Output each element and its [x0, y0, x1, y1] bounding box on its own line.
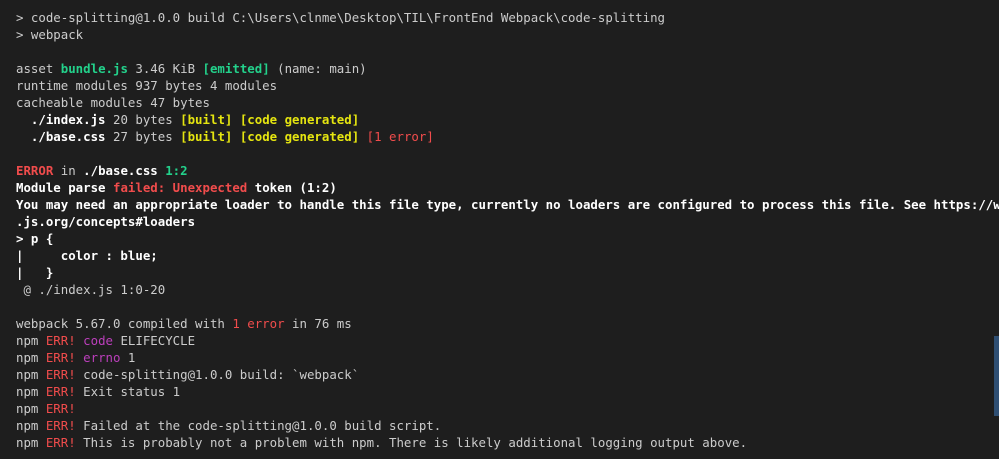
npm-err-label: ERR! — [45, 384, 76, 399]
npm-err-line: npm ERR! errno 1 — [16, 349, 999, 366]
error-file: ./base.css — [83, 163, 158, 178]
module-size: 27 bytes — [105, 129, 181, 144]
npm-err-line: npm ERR! — [16, 400, 999, 417]
compiled-suffix: in 76 ms — [284, 316, 352, 331]
asset-name: bundle.js — [60, 61, 128, 76]
code-frame-line: | } — [16, 265, 54, 280]
command-line: > code-splitting@1.0.0 build C:\Users\cl… — [16, 10, 666, 25]
runtime-line: runtime modules 937 bytes 4 modules — [16, 78, 278, 93]
npm-prefix: npm — [16, 367, 46, 382]
error-origin-line: @ ./index.js 1:0-20 — [16, 282, 166, 297]
npm-err-text: ELIFECYCLE — [113, 333, 196, 348]
module-path: ./index.js — [30, 112, 106, 127]
error-position: 1:2 — [157, 163, 188, 178]
generated-badge: [code generated] — [239, 129, 360, 144]
asset-line: asset bundle.js 3.46 KiB [emitted] (name… — [16, 60, 999, 77]
error-header: ERROR in ./base.css 1:2 — [16, 162, 999, 179]
error-badge: [1 error] — [366, 129, 434, 144]
asset-emitted-badge: [emitted] — [202, 61, 270, 76]
npm-prefix: npm — [16, 333, 46, 348]
npm-prefix: npm — [16, 401, 46, 416]
npm-err-text: This is probably not a problem with npm.… — [75, 435, 748, 450]
built-badge: [built] — [180, 112, 233, 127]
npm-err-label: ERR! — [45, 401, 76, 416]
code-frame-line: | color : blue; — [16, 248, 158, 263]
error-label: ERROR — [16, 163, 54, 178]
compiled-prefix: webpack 5.67.0 compiled with — [16, 316, 233, 331]
error-in: in — [53, 163, 84, 178]
compiled-line: webpack 5.67.0 compiled with 1 error in … — [16, 315, 999, 332]
npm-prefix: npm — [16, 350, 46, 365]
asset-suffix: (name: main) — [269, 61, 367, 76]
parse-failed: failed: — [112, 180, 166, 195]
npm-err-label: ERR! — [45, 350, 76, 365]
terminal-output[interactable]: > code-splitting@1.0.0 build C:\Users\cl… — [16, 9, 999, 451]
module-base-line: ./base.css 27 bytes [built] [code genera… — [16, 128, 999, 145]
asset-size: 3.46 KiB — [127, 61, 203, 76]
npm-err-text: Exit status 1 — [75, 384, 181, 399]
generated-badge: [code generated] — [239, 112, 360, 127]
npm-err-text: 1 — [120, 350, 136, 365]
npm-err-label: ERR! — [45, 333, 76, 348]
module-size: 20 bytes — [105, 112, 181, 127]
npm-err-label: ERR! — [45, 367, 76, 382]
module-path: ./base.css — [30, 129, 106, 144]
npm-err-key: errno — [83, 350, 121, 365]
npm-err-line: npm ERR! code ELIFECYCLE — [16, 332, 999, 349]
code-frame-line: > p { — [16, 231, 54, 246]
parse-unexpected: Unexpected — [172, 180, 248, 195]
npm-err-text: Failed at the code-splitting@1.0.0 build… — [75, 418, 442, 433]
npm-prefix: npm — [16, 418, 46, 433]
command-line: > webpack — [16, 27, 84, 42]
cacheable-line: cacheable modules 47 bytes — [16, 95, 210, 110]
npm-err-line: npm ERR! Failed at the code-splitting@1.… — [16, 417, 999, 434]
npm-err-line: npm ERR! Exit status 1 — [16, 383, 999, 400]
compiled-errors: 1 error — [232, 316, 285, 331]
npm-err-label: ERR! — [45, 435, 76, 450]
error-message: .js.org/concepts#loaders — [16, 214, 196, 229]
parse-token: token (1:2) — [247, 180, 337, 195]
npm-err-line: npm ERR! This is probably not a problem … — [16, 434, 999, 451]
built-badge: [built] — [180, 129, 233, 144]
npm-prefix: npm — [16, 435, 46, 450]
error-message: You may need an appropriate loader to ha… — [16, 197, 999, 212]
npm-err-line: npm ERR! code-splitting@1.0.0 build: `we… — [16, 366, 999, 383]
npm-err-key: code — [83, 333, 113, 348]
module-parse-line: Module parse failed: Unexpected token (1… — [16, 179, 999, 196]
npm-prefix: npm — [16, 384, 46, 399]
npm-err-text: code-splitting@1.0.0 build: `webpack` — [75, 367, 360, 382]
npm-error-log: npm ERR! code ELIFECYCLE npm ERR! errno 1… — [16, 332, 999, 451]
parse-prefix: Module parse — [16, 180, 113, 195]
npm-err-label: ERR! — [45, 418, 76, 433]
asset-prefix: asset — [16, 61, 61, 76]
module-index-line: ./index.js 20 bytes [built] [code genera… — [16, 111, 999, 128]
terminal-scrollbar[interactable] — [994, 336, 999, 416]
